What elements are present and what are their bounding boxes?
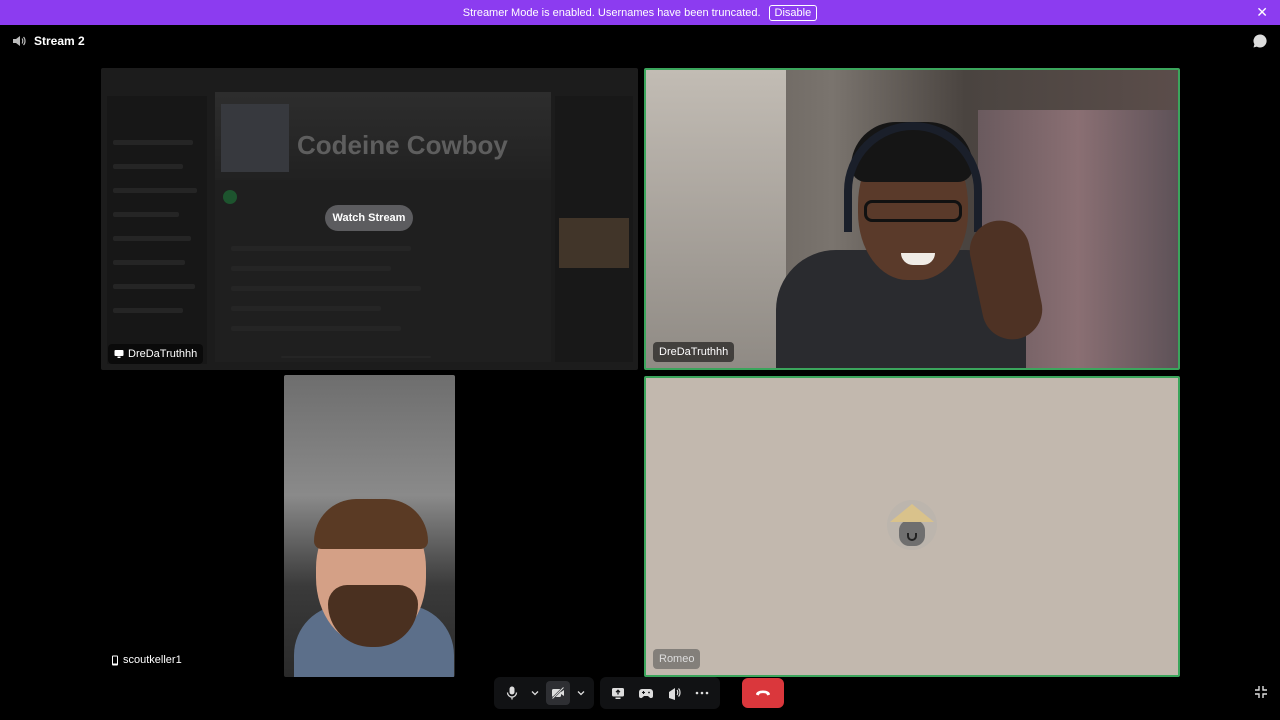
camera-button[interactable] (546, 681, 570, 705)
activity-button[interactable] (634, 681, 658, 705)
share-screen-button[interactable] (606, 681, 630, 705)
chevron-down-icon (577, 691, 585, 696)
screen-share-icon (612, 687, 624, 699)
tile-name-label: Romeo (653, 649, 701, 669)
screen-share-icon (114, 350, 124, 358)
avatar-tile-romeo[interactable]: Romeo (644, 376, 1180, 677)
more-options-button[interactable] (690, 681, 714, 705)
call-controls (494, 677, 784, 709)
soundboard-button[interactable] (662, 681, 686, 705)
avatar (887, 500, 937, 550)
tile-name-label: scoutkeller1 (111, 654, 182, 666)
camera-options-button[interactable] (574, 681, 588, 705)
microphone-options-button[interactable] (528, 681, 542, 705)
tile-name-label: DreDaTruthhh (108, 344, 204, 364)
video-tile-scoutkeller1[interactable] (284, 375, 455, 677)
close-icon[interactable]: ✕ (1256, 4, 1268, 20)
microphone-icon (506, 686, 518, 700)
stream-tile[interactable]: Codeine Cowboy Watch Stream DreDaTruthhh (101, 68, 638, 370)
glasses (864, 200, 962, 222)
disconnect-button[interactable] (742, 678, 784, 708)
banner-message: Streamer Mode is enabled. Usernames have… (462, 6, 761, 19)
mobile-icon (112, 655, 118, 665)
video-tile-dredatruthhh[interactable]: DreDaTruthhh (644, 68, 1180, 370)
streamer-mode-banner: Streamer Mode is enabled. Usernames have… (0, 0, 1280, 25)
soundboard-icon (669, 688, 681, 700)
watch-stream-button[interactable]: Watch Stream (325, 205, 413, 231)
disable-streamer-mode-button[interactable]: Disable (768, 4, 818, 21)
gamepad-icon (639, 688, 653, 698)
chat-icon[interactable] (1252, 33, 1268, 49)
speaker-icon (13, 36, 26, 46)
tile-name-label: DreDaTruthhh (653, 342, 735, 362)
stream-user-name: DreDaTruthhh (128, 348, 198, 360)
microphone-button[interactable] (500, 681, 524, 705)
camera-off-icon (551, 686, 565, 700)
cam1-user-name: DreDaTruthhh (659, 346, 729, 358)
channel-name: Stream 2 (34, 34, 85, 48)
chevron-down-icon (531, 691, 539, 696)
cam2-user-name: scoutkeller1 (123, 654, 182, 666)
avatar-user-name: Romeo (659, 653, 695, 665)
collapse-icon[interactable] (1254, 685, 1268, 699)
more-icon (695, 691, 709, 695)
hat-icon (890, 504, 934, 522)
stream-preview-title: Codeine Cowboy (297, 130, 508, 160)
activities-group (600, 677, 720, 709)
audio-video-group (494, 677, 594, 709)
end-call-icon (756, 690, 770, 696)
channel-header: Stream 2 (12, 34, 85, 48)
